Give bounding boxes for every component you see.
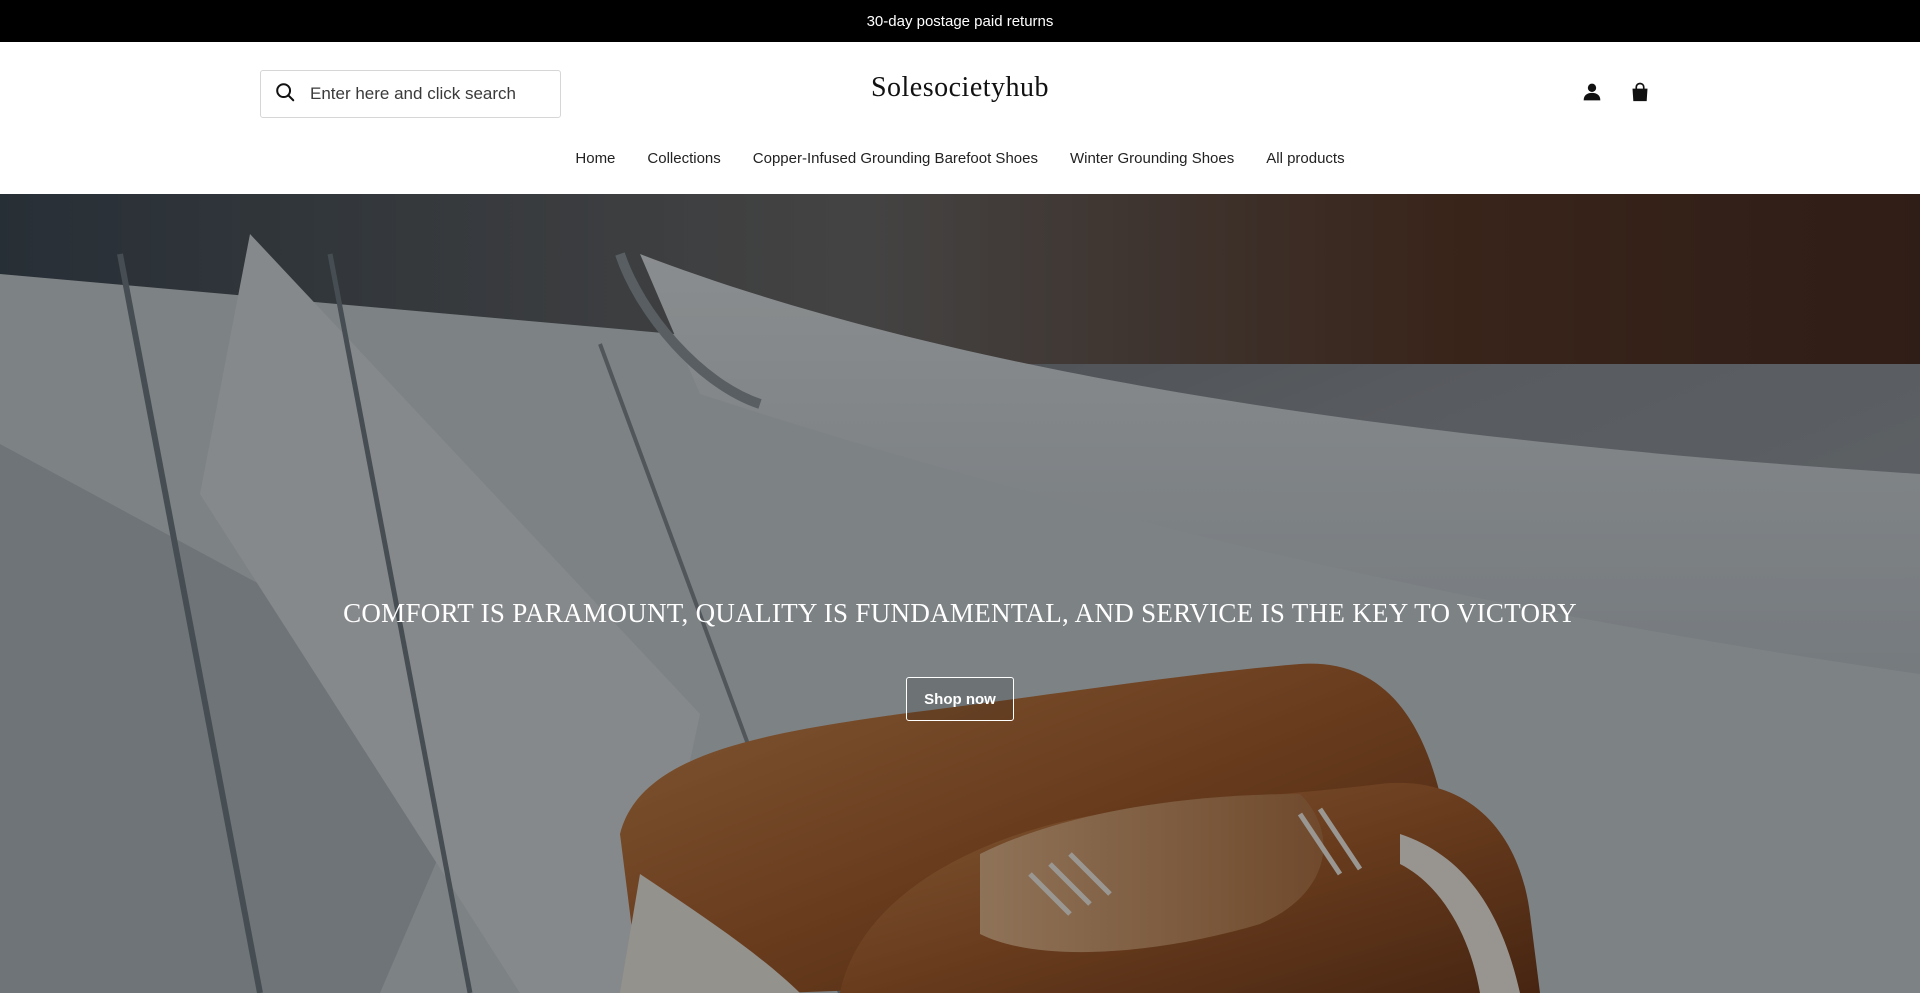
user-icon — [1582, 82, 1602, 107]
announcement-text: 30-day postage paid returns — [866, 12, 1054, 30]
nav-item-home[interactable]: Home — [575, 150, 615, 167]
nav-item-all-products[interactable]: All products — [1266, 150, 1344, 167]
nav-item-collections[interactable]: Collections — [647, 150, 720, 167]
announcement-bar: 30-day postage paid returns — [0, 0, 1920, 42]
shopping-bag-icon — [1630, 82, 1650, 107]
hero-overlay — [0, 194, 1920, 993]
hero-heading: COMFORT IS PARAMOUNT, QUALITY IS FUNDAME… — [343, 598, 1577, 628]
cart-button[interactable] — [1626, 80, 1654, 108]
site-header: Solesocietyhub Home Collections Copper-I… — [0, 42, 1920, 194]
account-button[interactable] — [1578, 80, 1606, 108]
main-nav: Home Collections Copper-Infused Groundin… — [0, 150, 1920, 167]
search-input[interactable] — [308, 83, 548, 105]
nav-item-winter-grounding-shoes[interactable]: Winter Grounding Shoes — [1070, 150, 1234, 167]
shop-now-button[interactable]: Shop now — [906, 677, 1014, 721]
nav-item-copper-infused-shoes[interactable]: Copper-Infused Grounding Barefoot Shoes — [753, 150, 1038, 167]
site-logo[interactable]: Solesocietyhub — [871, 72, 1049, 103]
search-box[interactable] — [260, 70, 561, 118]
search-icon[interactable] — [274, 81, 296, 108]
hero-banner: COMFORT IS PARAMOUNT, QUALITY IS FUNDAME… — [0, 194, 1920, 993]
